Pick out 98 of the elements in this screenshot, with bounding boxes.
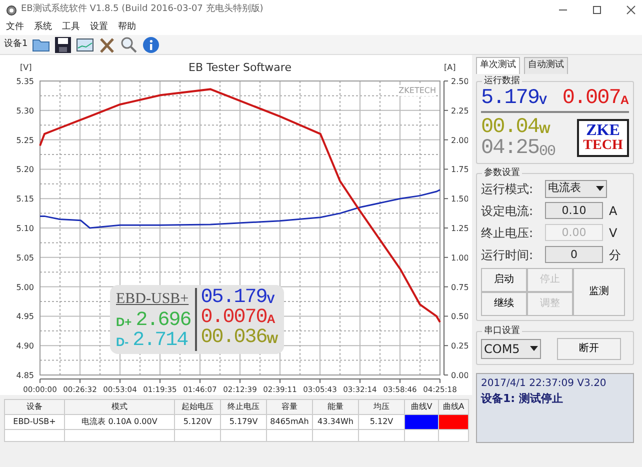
action-button[interactable]: 监测	[573, 268, 625, 316]
menu-item[interactable]: 文件	[6, 20, 24, 34]
power-display: 00.04	[481, 116, 540, 138]
action-button[interactable]: 继续	[481, 292, 527, 316]
save-icon[interactable]	[54, 36, 72, 54]
y-tick-label: 2.50	[451, 77, 468, 86]
field-label: 运行时间:	[481, 246, 534, 264]
menu-item[interactable]: 帮助	[118, 20, 136, 34]
chart-icon[interactable]	[76, 36, 94, 54]
y-tick-label: 2.25	[451, 106, 468, 116]
y-tick-label: 5.00	[16, 282, 34, 292]
tab[interactable]: 自动测试	[524, 57, 568, 74]
unit-label: A	[608, 202, 618, 220]
logo-text: TECH	[582, 138, 624, 152]
column-header: 起始电压	[174, 400, 220, 414]
column-header: 曲线V	[404, 400, 438, 414]
field-label: 终止电压:	[481, 224, 534, 242]
menu-item[interactable]: 工具	[62, 20, 80, 34]
y-tick-label: 0.00	[451, 371, 468, 380]
axis-unit: [A]	[444, 63, 456, 72]
caret-icon	[596, 186, 604, 192]
table-cell: 43.34Wh	[312, 414, 358, 430]
column-header: 均压	[358, 400, 404, 414]
menu-item[interactable]: 设置	[90, 20, 108, 34]
info-icon[interactable]	[142, 36, 160, 54]
column-header: 能量	[312, 400, 358, 414]
voltage-unit: V	[539, 92, 548, 108]
y-tick-label: 5.05	[16, 253, 34, 262]
column-header: 容量	[266, 400, 312, 414]
chart-brand: ZKETECH	[398, 86, 436, 95]
status-text: 设备1: 测试停止	[481, 390, 564, 406]
power-value: 00.036	[200, 328, 267, 348]
y-tick-label: 5.35	[16, 77, 34, 86]
voltage-unit: V	[266, 291, 275, 308]
current-unit: A	[620, 92, 629, 108]
caret-icon	[530, 346, 538, 352]
column-header: 模式	[64, 400, 174, 414]
table-cell: EBD-USB+	[4, 414, 64, 430]
table-cell: 5.179V	[220, 414, 266, 430]
column-header: 曲线A	[438, 400, 468, 414]
input-field[interactable]: 0	[545, 246, 603, 263]
y-tick-label: 1.00	[451, 253, 468, 262]
status-text: 2017/4/1 22:37:09 V3.20	[481, 376, 608, 390]
field-label: 运行模式:	[481, 180, 534, 198]
logo-text: ZKE	[585, 122, 621, 138]
table-cell: 5.120V	[174, 414, 220, 430]
y-tick-label: 2.00	[451, 136, 468, 145]
y-tick-label: 1.25	[451, 224, 468, 233]
column-header: 终止电压	[220, 400, 266, 414]
y-tick-label: 4.95	[16, 312, 34, 322]
y-tick-label: 4.85	[16, 371, 34, 380]
port-select[interactable]: COM5	[481, 338, 541, 358]
y-tick-label: 5.15	[16, 194, 34, 204]
y-tick-label: 0.25	[451, 342, 468, 351]
mode-select[interactable]: 电流表	[545, 180, 607, 198]
field-label: 设定电流:	[481, 202, 534, 220]
axis-unit: [V]	[20, 63, 32, 72]
unit-label: V	[608, 224, 618, 242]
unit-label: 分	[608, 246, 621, 264]
current-unit: A	[266, 311, 276, 328]
y-tick-label: 5.20	[16, 165, 34, 174]
device-name: EBD-USB+	[116, 290, 190, 309]
action-button[interactable]: 启动	[481, 268, 527, 292]
app-icon	[6, 4, 17, 16]
tools-icon[interactable]	[98, 36, 116, 54]
input-field[interactable]: 0.10	[545, 202, 603, 219]
current-display: 0.007	[562, 88, 620, 108]
y-tick-label: 5.25	[16, 136, 34, 145]
current-value: 0.0070	[200, 308, 267, 328]
tab[interactable]: 单次测试	[476, 57, 520, 74]
time-display: 04:25	[481, 138, 540, 158]
device-label[interactable]: 设备1	[4, 38, 28, 52]
d-plus-label: D+	[116, 314, 132, 330]
disconnect-button[interactable]: 断开	[557, 338, 621, 360]
power-unit: W	[266, 331, 278, 348]
seconds-display: 00	[539, 144, 556, 158]
power-unit: W	[539, 120, 550, 138]
d-minus-value: 2.714	[132, 330, 188, 350]
menu-item[interactable]: 系统	[34, 20, 52, 34]
window-title: EB测试系统软件 V1.8.5 (Build 2016-03-07 充电头特别版)	[21, 3, 264, 16]
y-tick-label: 4.90	[16, 342, 34, 351]
voltage-value: 05.179	[200, 288, 267, 308]
y-tick-label: 1.50	[451, 194, 468, 204]
search-icon[interactable]	[120, 36, 138, 54]
y-tick-label: 0.75	[451, 282, 468, 292]
close-icon[interactable]	[626, 5, 636, 15]
d-plus-value: 2.696	[136, 310, 191, 330]
maximize-icon[interactable]	[592, 5, 602, 15]
d-minus-label: D-	[116, 334, 129, 350]
voltage-display: 5.179	[481, 88, 540, 108]
table-cell: 电流表 0.10A 0.00V	[64, 414, 174, 430]
y-tick-label: 1.75	[451, 165, 468, 174]
table-cell: 8465mAh	[266, 414, 312, 430]
column-header: 设备	[4, 400, 64, 414]
y-tick-label: 5.30	[16, 106, 34, 116]
chart-title: EB Tester Software	[188, 61, 292, 74]
y-tick-label: 0.50	[451, 312, 468, 322]
y-tick-label: 5.10	[16, 224, 34, 233]
